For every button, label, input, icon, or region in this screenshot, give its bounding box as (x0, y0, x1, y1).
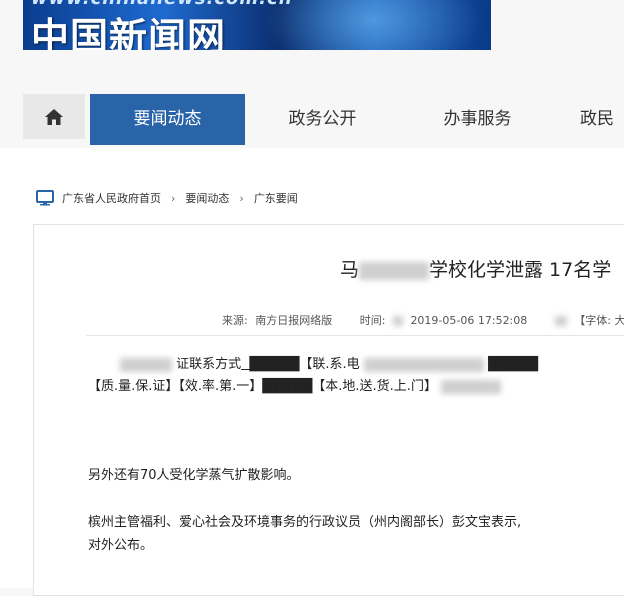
paragraph-1: 另外还有70人受化学蒸气扩散影响。 (88, 468, 300, 483)
breadcrumb-news-link[interactable]: 要闻动态 (185, 190, 229, 206)
chevron-right-icon: › (171, 191, 176, 205)
redacted-text (359, 261, 430, 280)
monitor-icon (36, 190, 54, 206)
tab-news[interactable]: 要闻动态 (90, 94, 245, 145)
breadcrumb-home-link[interactable]: 广东省人民政府首页 (62, 190, 161, 206)
redacted-text (120, 357, 172, 372)
tab-government-affairs[interactable]: 政务公开 (245, 94, 400, 145)
home-icon (45, 108, 63, 125)
main-nav: 要闻动态 政务公开 办事服务 政民 (0, 94, 624, 145)
site-banner: www.chinanews.com.cn 中国新闻网 (23, 0, 491, 50)
paragraph-2-line-1: 槟州主管福利、爱心社会及环境事务的行政议员（州内阁部长）彭文宝表示, (88, 515, 522, 530)
banner-glow (263, 0, 483, 50)
redacted-text (554, 316, 567, 326)
spam-line-1: 证联系方式 █████【联.系.电 █████ (120, 354, 538, 376)
chevron-right-icon: › (239, 191, 244, 205)
article-meta: 来源: 南方日报网络版 时间: 2019-05-06 17:52:08 【字体:… (222, 314, 624, 327)
home-button[interactable] (23, 94, 85, 139)
time-value: 2019-05-06 17:52:08 (410, 314, 528, 327)
article-title: 马学校化学泄露 17名学 (340, 259, 612, 281)
meta-divider (86, 335, 624, 336)
tab-services[interactable]: 办事服务 (400, 94, 555, 145)
breadcrumb: 广东省人民政府首页 › 要闻动态 › 广东要闻 (36, 188, 298, 208)
redacted-text (441, 379, 502, 394)
font-size-control[interactable]: 【字体: 大 (574, 314, 624, 327)
breadcrumb-guangdong-link[interactable]: 广东要闻 (254, 190, 298, 206)
spam-line-2: 【质.量.保.证】【效.率.第.一】█████【本.地.送.货.上.门】 (88, 376, 502, 398)
redacted-text (363, 357, 484, 372)
paragraph-2-line-2: 对外公布。 (88, 538, 154, 553)
redacted-text (392, 316, 403, 326)
tab-public-interaction[interactable]: 政民 (580, 94, 624, 145)
banner-brand: 中国新闻网 (31, 14, 227, 50)
source-value: 南方日报网络版 (255, 314, 333, 327)
